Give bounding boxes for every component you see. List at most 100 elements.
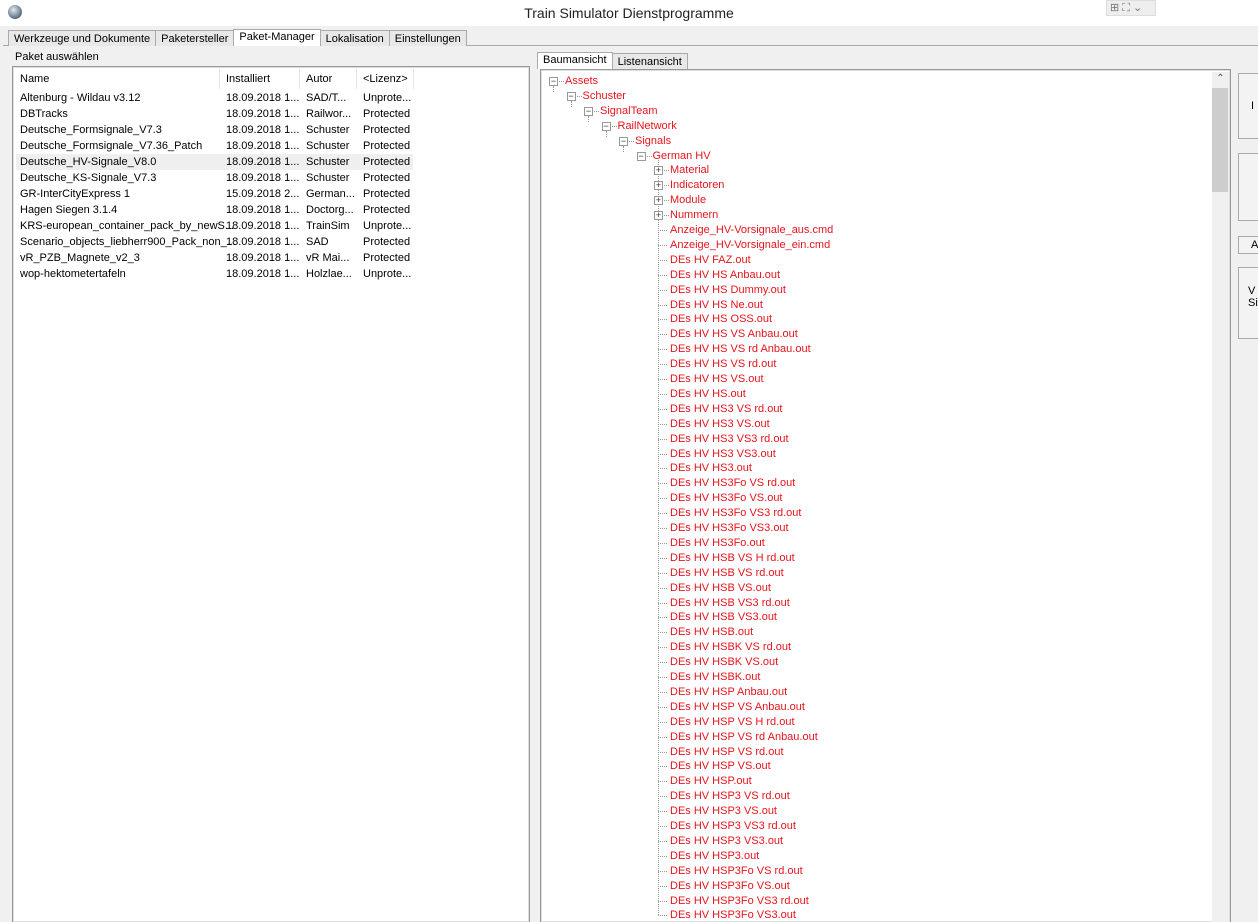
tree-node[interactable]: DEs HV HS VS.out	[670, 372, 764, 387]
tree-node[interactable]: DEs HV HS VS Anbau.out	[670, 327, 798, 342]
tab-einstellungen[interactable]: Einstellungen	[388, 30, 467, 46]
tree-node[interactable]: DEs HV HSP3Fo VS rd.out	[670, 864, 803, 879]
table-row[interactable]: vR_PZB_Magnete_v2_3 18.09.2018 1... vR Mai…	[16, 250, 413, 266]
tree-node[interactable]: DEs HV HSP VS H rd.out	[670, 715, 795, 730]
tree-node[interactable]: DEs HV HSBK VS rd.out	[670, 640, 791, 655]
tree-node[interactable]: DEs HV HSB VS3.out	[670, 610, 777, 625]
tree-node[interactable]: DEs HV HS3 VS3.out	[670, 447, 776, 462]
expand-icon[interactable]: +	[654, 211, 663, 221]
tree-node[interactable]: Anzeige_HV-Vorsignale_aus.cmd	[670, 223, 833, 238]
tree-node[interactable]: Schuster	[583, 89, 626, 104]
tree-node[interactable]: DEs HV HS3Fo VS3 rd.out	[670, 506, 801, 521]
scrollbar-thumb[interactable]	[1212, 88, 1228, 192]
column-separator[interactable]	[356, 69, 357, 89]
table-row[interactable]: Altenburg - Wildau v3.12 18.09.2018 1... S…	[16, 90, 413, 106]
collapse-icon[interactable]: −	[549, 77, 558, 86]
tree-node[interactable]: Module	[670, 193, 706, 208]
tab-paket-manager[interactable]: Paket-Manager	[233, 29, 321, 46]
tree-node[interactable]: DEs HV HSP3 VS.out	[670, 804, 777, 819]
tree-node[interactable]: Indicatoren	[670, 178, 724, 193]
expand-icon[interactable]: +	[654, 196, 663, 206]
tree-node[interactable]: DEs HV HSP VS Anbau.out	[670, 700, 805, 715]
tree-node[interactable]: DEs HV HS VS rd Anbau.out	[670, 342, 811, 357]
collapse-icon[interactable]: −	[619, 136, 628, 146]
tree-node[interactable]: Anzeige_HV-Vorsignale_ein.cmd	[670, 238, 830, 253]
table-row[interactable]: Deutsche_KS-Signale_V7.3 18.09.2018 1... S…	[16, 170, 413, 186]
package-list[interactable]: Name Installiert Autor <Lizenz> Altenburg - …	[12, 66, 530, 922]
side-button-4[interactable]: V Si	[1238, 267, 1258, 339]
column-header-3[interactable]: <Lizenz>	[363, 71, 408, 89]
tree-node[interactable]: DEs HV HSP.out	[670, 774, 752, 789]
side-button-2[interactable]	[1238, 153, 1258, 221]
tree-node[interactable]: DEs HV HS.out	[670, 387, 746, 402]
column-header-1[interactable]: Installiert	[226, 71, 270, 89]
tab-lokalisation[interactable]: Lokalisation	[319, 30, 390, 46]
tree-node[interactable]: DEs HV HS3Fo VS3.out	[670, 521, 789, 536]
table-row[interactable]: Hagen Siegen 3.1.4 18.09.2018 1... Doctorg…	[16, 202, 413, 218]
tree-node[interactable]: DEs HV HS Dummy.out	[670, 283, 786, 298]
tree-node[interactable]: DEs HV HSP Anbau.out	[670, 685, 787, 700]
tree-node[interactable]: DEs HV HSP3Fo VS3.out	[670, 908, 796, 922]
tree-node[interactable]: DEs HV HS3 VS.out	[670, 417, 770, 432]
tree-node[interactable]: DEs HV FAZ.out	[670, 253, 751, 268]
tree-node[interactable]: DEs HV HS3.out	[670, 461, 752, 476]
table-row[interactable]: Scenario_objects_liebherr900_Pack_non_..…	[16, 234, 413, 250]
collapse-icon[interactable]: −	[601, 121, 611, 131]
window-controls[interactable]: ⊞ ⛶ ⌄	[1106, 0, 1156, 16]
table-row[interactable]: Deutsche_Formsignale_V7.3 18.09.2018 1...…	[16, 122, 413, 138]
tree-node[interactable]: DEs HV HS3 VS3 rd.out	[670, 432, 789, 447]
expand-icon[interactable]: +	[654, 166, 663, 176]
asset-tree[interactable]: − Assets − Schuster − SignalTeam − RailNetwork −…	[540, 69, 1231, 922]
tree-node[interactable]: DEs HV HSP3 VS3 rd.out	[670, 819, 796, 834]
tree-node[interactable]: SignalTeam	[600, 104, 657, 119]
tree-node[interactable]: DEs HV HS3Fo VS rd.out	[670, 476, 795, 491]
scroll-up-arrow-icon[interactable]: ⌃	[1212, 73, 1229, 87]
column-header-2[interactable]: Autor	[306, 71, 332, 89]
tree-node[interactable]: DEs HV HSB VS3 rd.out	[670, 596, 790, 611]
tree-node[interactable]: DEs HV HSB.out	[670, 625, 753, 640]
column-separator[interactable]	[413, 69, 414, 89]
tree-node[interactable]: DEs HV HSP3Fo VS.out	[670, 879, 790, 894]
tree-node[interactable]: DEs HV HS OSS.out	[670, 312, 772, 327]
collapse-icon[interactable]: −	[636, 151, 646, 161]
tree-node[interactable]: Nummern	[670, 208, 718, 223]
tab-paketersteller[interactable]: Paketersteller	[155, 30, 235, 46]
tree-node[interactable]: DEs HV HSB VS H rd.out	[670, 551, 795, 566]
table-row[interactable]: wop-hektometertafeln 18.09.2018 1... Holzl…	[16, 266, 413, 282]
table-row[interactable]: DBTracks 18.09.2018 1... Railwor... Protect…	[16, 106, 413, 122]
tree-node[interactable]: DEs HV HSBK VS.out	[670, 655, 778, 670]
tree-node[interactable]: DEs HV HS VS rd.out	[670, 357, 776, 372]
tree-node[interactable]: DEs HV HS3Fo.out	[670, 536, 765, 551]
tree-node[interactable]: DEs HV HSB VS rd.out	[670, 566, 784, 581]
tree-node[interactable]: German HV	[653, 149, 711, 164]
tree-node[interactable]: DEs HV HSB VS.out	[670, 581, 771, 596]
tree-node[interactable]: RailNetwork	[618, 119, 677, 134]
tree-node[interactable]: DEs HV HS Anbau.out	[670, 268, 780, 283]
table-row[interactable]: Deutsche_Formsignale_V7.36_Patch 18.09.20…	[16, 138, 413, 154]
column-separator[interactable]	[299, 69, 300, 89]
tree-node[interactable]: DEs HV HSP3 VS3.out	[670, 834, 783, 849]
tree-node[interactable]: DEs HV HS3 VS rd.out	[670, 402, 783, 417]
tree-node[interactable]: DEs HV HS Ne.out	[670, 298, 763, 313]
column-header-0[interactable]: Name	[20, 71, 49, 89]
tree-node[interactable]: Signals	[635, 134, 671, 149]
tree-node[interactable]: DEs HV HSP3Fo VS3 rd.out	[670, 894, 809, 909]
tree-node[interactable]: DEs HV HSBK.out	[670, 670, 760, 685]
table-row[interactable]: GR-InterCityExpress 1 15.09.2018 2... Germ…	[16, 186, 413, 202]
tab-baumansicht[interactable]: Baumansicht	[537, 52, 613, 69]
tree-node[interactable]: DEs HV HSP3 VS rd.out	[670, 789, 790, 804]
tree-node[interactable]: DEs HV HSP VS rd.out	[670, 745, 784, 760]
tree-node[interactable]: Material	[670, 163, 709, 178]
collapse-icon[interactable]: −	[566, 91, 576, 101]
table-row[interactable]: Deutsche_HV-Signale_V8.0 18.09.2018 1... S…	[16, 154, 413, 170]
side-button-3[interactable]: A	[1238, 236, 1258, 254]
side-button-1[interactable]: I	[1238, 73, 1258, 139]
tree-node[interactable]: Assets	[565, 74, 598, 89]
tree-node[interactable]: DEs HV HSP3.out	[670, 849, 759, 864]
tree-scrollbar[interactable]	[1212, 72, 1229, 922]
collapse-icon[interactable]: −	[584, 106, 593, 116]
tree-node[interactable]: DEs HV HSP VS.out	[670, 759, 771, 774]
tree-node[interactable]: DEs HV HS3Fo VS.out	[670, 491, 783, 506]
column-separator[interactable]	[219, 69, 220, 89]
tab-listenansicht[interactable]: Listenansicht	[611, 53, 688, 69]
